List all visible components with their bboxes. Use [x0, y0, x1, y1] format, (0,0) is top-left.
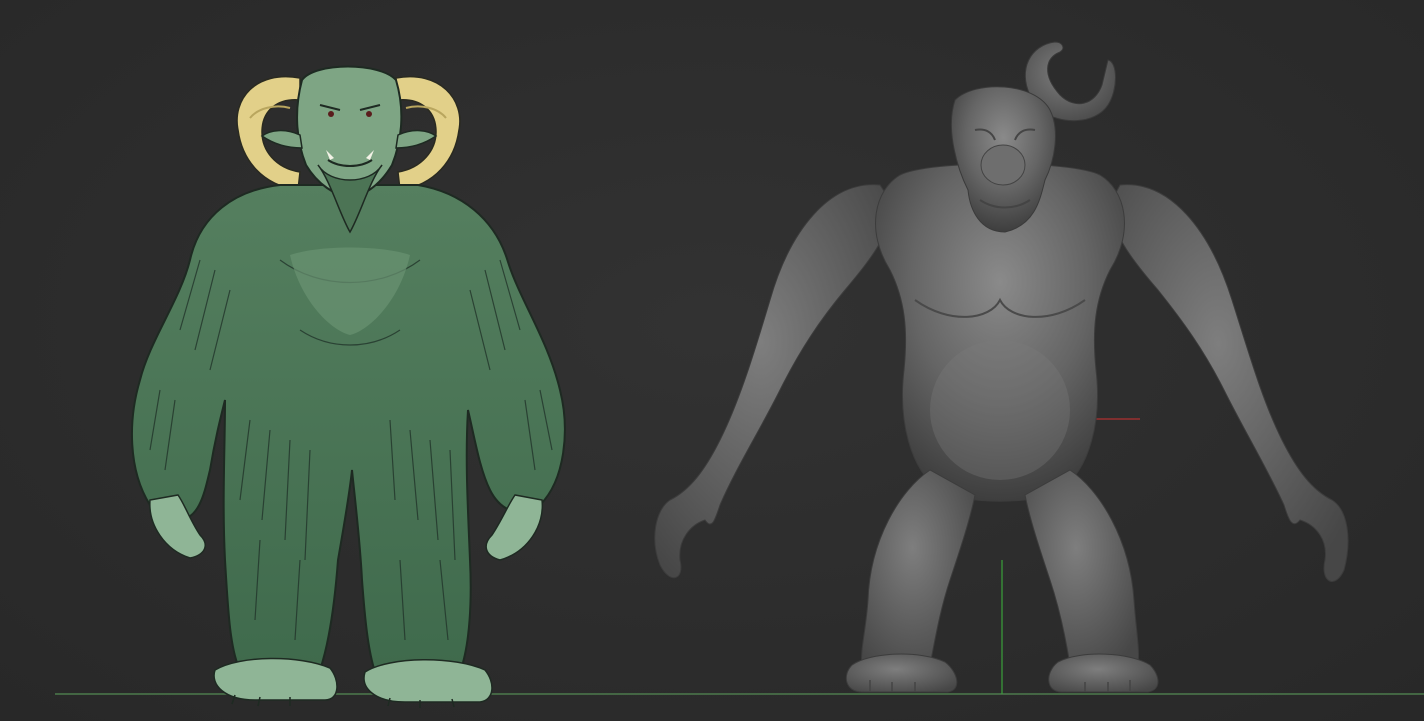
right-arm: [1111, 184, 1349, 582]
3d-viewport[interactable]: [0, 0, 1424, 721]
snout: [980, 144, 1026, 186]
belly: [930, 340, 1070, 480]
concept-sketch-image[interactable]: [130, 65, 566, 709]
viewport-canvas[interactable]: [0, 0, 1424, 721]
head: [296, 65, 403, 200]
left-foot-mesh: [845, 653, 958, 693]
left-foot: [213, 657, 338, 701]
right-eye: [366, 111, 372, 117]
right-foot-mesh: [1048, 653, 1159, 693]
left-arm: [654, 184, 892, 578]
sculpt-mesh[interactable]: [654, 41, 1349, 693]
right-foot: [363, 659, 493, 703]
right-hand: [485, 494, 544, 561]
left-leg: [861, 469, 976, 666]
left-eye: [328, 111, 334, 117]
right-leg: [1024, 469, 1140, 666]
